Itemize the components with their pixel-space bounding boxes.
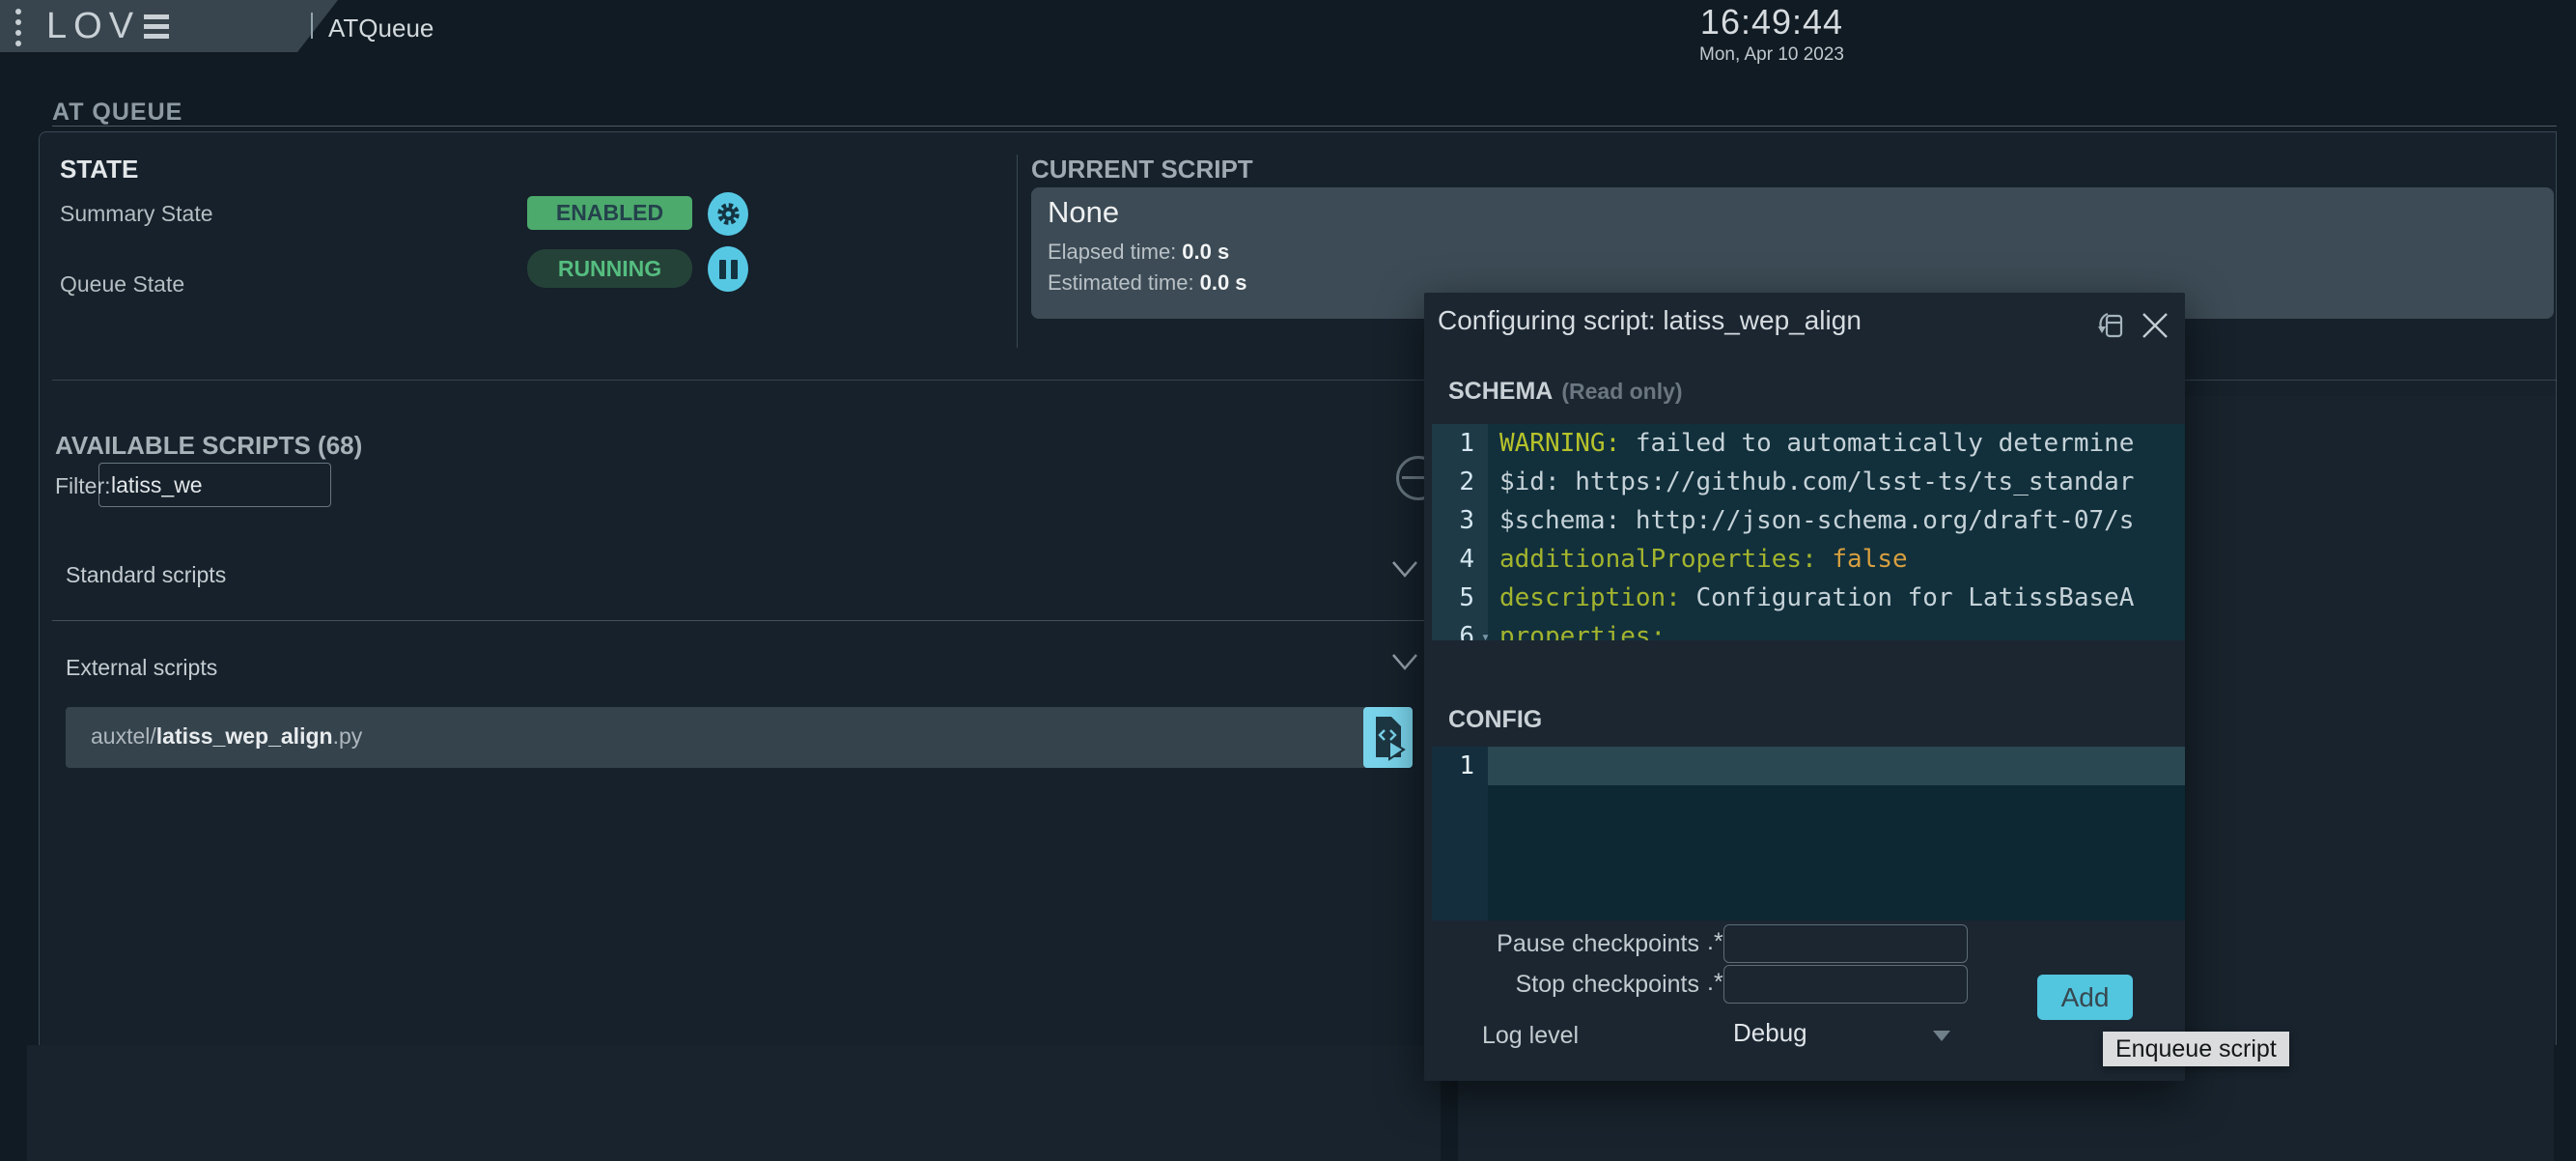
queue-state-label: Queue State — [60, 271, 184, 297]
modal-title: Configuring script: latiss_wep_align — [1438, 305, 1862, 336]
config-code-editor[interactable]: 1 — [1432, 747, 2185, 920]
current-script-name: None — [1048, 195, 1119, 230]
topbar-divider — [311, 13, 313, 39]
restore-panel-icon — [2093, 308, 2128, 343]
estimated-time-label: Estimated time: — [1048, 270, 1194, 295]
queue-state-badge: RUNNING — [527, 249, 692, 288]
standard-scripts-group[interactable]: Standard scripts — [52, 547, 1441, 603]
logo-e-bars-icon — [144, 14, 169, 39]
pause-checkpoints-label: Pause checkpoints — [1477, 930, 1699, 958]
stop-checkpoints-pattern: .* — [1707, 969, 1723, 997]
script-prefix: auxtel/ — [91, 723, 156, 749]
configure-script-button[interactable] — [1363, 707, 1413, 768]
script-launch-icon — [1371, 714, 1406, 762]
summary-state-badge: ENABLED — [527, 196, 692, 230]
script-extension: .py — [333, 723, 363, 749]
log-level-select[interactable]: Debug — [1733, 1018, 1807, 1048]
config-line-number: 1 — [1432, 747, 1488, 785]
dropdown-arrow-icon[interactable] — [1933, 1031, 1950, 1041]
gear-icon — [715, 201, 742, 227]
external-scripts-group[interactable]: External scripts — [52, 639, 1441, 695]
stop-checkpoints-label: Stop checkpoints — [1477, 971, 1699, 999]
standard-scripts-label: Standard scripts — [66, 562, 226, 588]
state-panel-title: STATE — [60, 155, 138, 184]
schema-code: 1WARNING: failed to automatically determ… — [1432, 424, 2185, 640]
estimated-time-value: 0.0 s — [1200, 270, 1247, 295]
section-title: AT QUEUE — [52, 99, 182, 127]
schema-section-header: SCHEMA (Read only) — [1448, 378, 1683, 406]
chevron-down-icon — [1390, 651, 1419, 679]
filter-input[interactable] — [98, 463, 331, 507]
script-list-item[interactable]: auxtel/latiss_wep_align.py — [66, 707, 1413, 768]
summary-state-label: Summary State — [60, 201, 213, 227]
chevron-down-icon — [1390, 558, 1419, 586]
close-icon — [2141, 311, 2170, 340]
atqueue-screen: LOV ATQueue 16:49:44 Mon, Apr 10 2023 AT… — [0, 0, 2576, 1161]
page-title: ATQueue — [328, 14, 434, 43]
logo-text: LOV — [46, 7, 140, 45]
state-current-divider — [1017, 155, 1018, 348]
add-button[interactable]: Add — [2037, 975, 2133, 1020]
schema-code-editor[interactable]: 1WARNING: failed to automatically determ… — [1432, 424, 2185, 640]
summary-state-settings-button[interactable] — [708, 192, 748, 236]
clock-date: Mon, Apr 10 2023 — [1641, 44, 1902, 66]
clock: 16:49:44 Mon, Apr 10 2023 — [1641, 2, 1902, 66]
clock-time: 16:49:44 — [1641, 2, 1902, 42]
enqueue-script-tooltip: Enqueue script — [2103, 1032, 2289, 1066]
configure-script-modal: Configuring script: latiss_wep_align SCH… — [1424, 293, 2185, 1081]
estimated-time-row: Estimated time:0.0 s — [1048, 270, 1247, 296]
available-scripts-title: AVAILABLE SCRIPTS (68) — [55, 431, 362, 461]
elapsed-time-label: Elapsed time: — [1048, 240, 1176, 264]
log-level-label: Log level — [1482, 1022, 1579, 1050]
script-name: latiss_wep_align — [156, 723, 333, 749]
stop-checkpoints-input[interactable] — [1723, 965, 1968, 1004]
close-modal-button[interactable] — [2141, 311, 2170, 340]
config-title: CONFIG — [1448, 706, 1542, 734]
elapsed-time-row: Elapsed time:0.0 s — [1048, 240, 1229, 265]
groups-divider — [52, 620, 1441, 621]
love-logo: LOV — [46, 7, 169, 45]
current-script-title: CURRENT SCRIPT — [1031, 155, 1253, 184]
pause-checkpoints-pattern: .* — [1707, 928, 1723, 956]
pause-checkpoints-input[interactable] — [1723, 924, 1968, 963]
detach-panel-button[interactable] — [2093, 308, 2128, 343]
kebab-menu-icon[interactable] — [15, 9, 21, 46]
schema-readonly-note: (Read only) — [1561, 379, 1682, 405]
pause-icon — [719, 260, 726, 279]
schema-title: SCHEMA — [1448, 378, 1553, 406]
script-path: auxtel/latiss_wep_align.py — [91, 723, 362, 750]
external-scripts-label: External scripts — [66, 655, 217, 681]
config-active-line[interactable] — [1488, 747, 2185, 785]
bottom-left-sub-panel — [27, 1045, 1441, 1161]
section-underline — [52, 126, 2557, 127]
pause-queue-button[interactable] — [708, 246, 748, 292]
elapsed-time-value: 0.0 s — [1182, 240, 1229, 264]
